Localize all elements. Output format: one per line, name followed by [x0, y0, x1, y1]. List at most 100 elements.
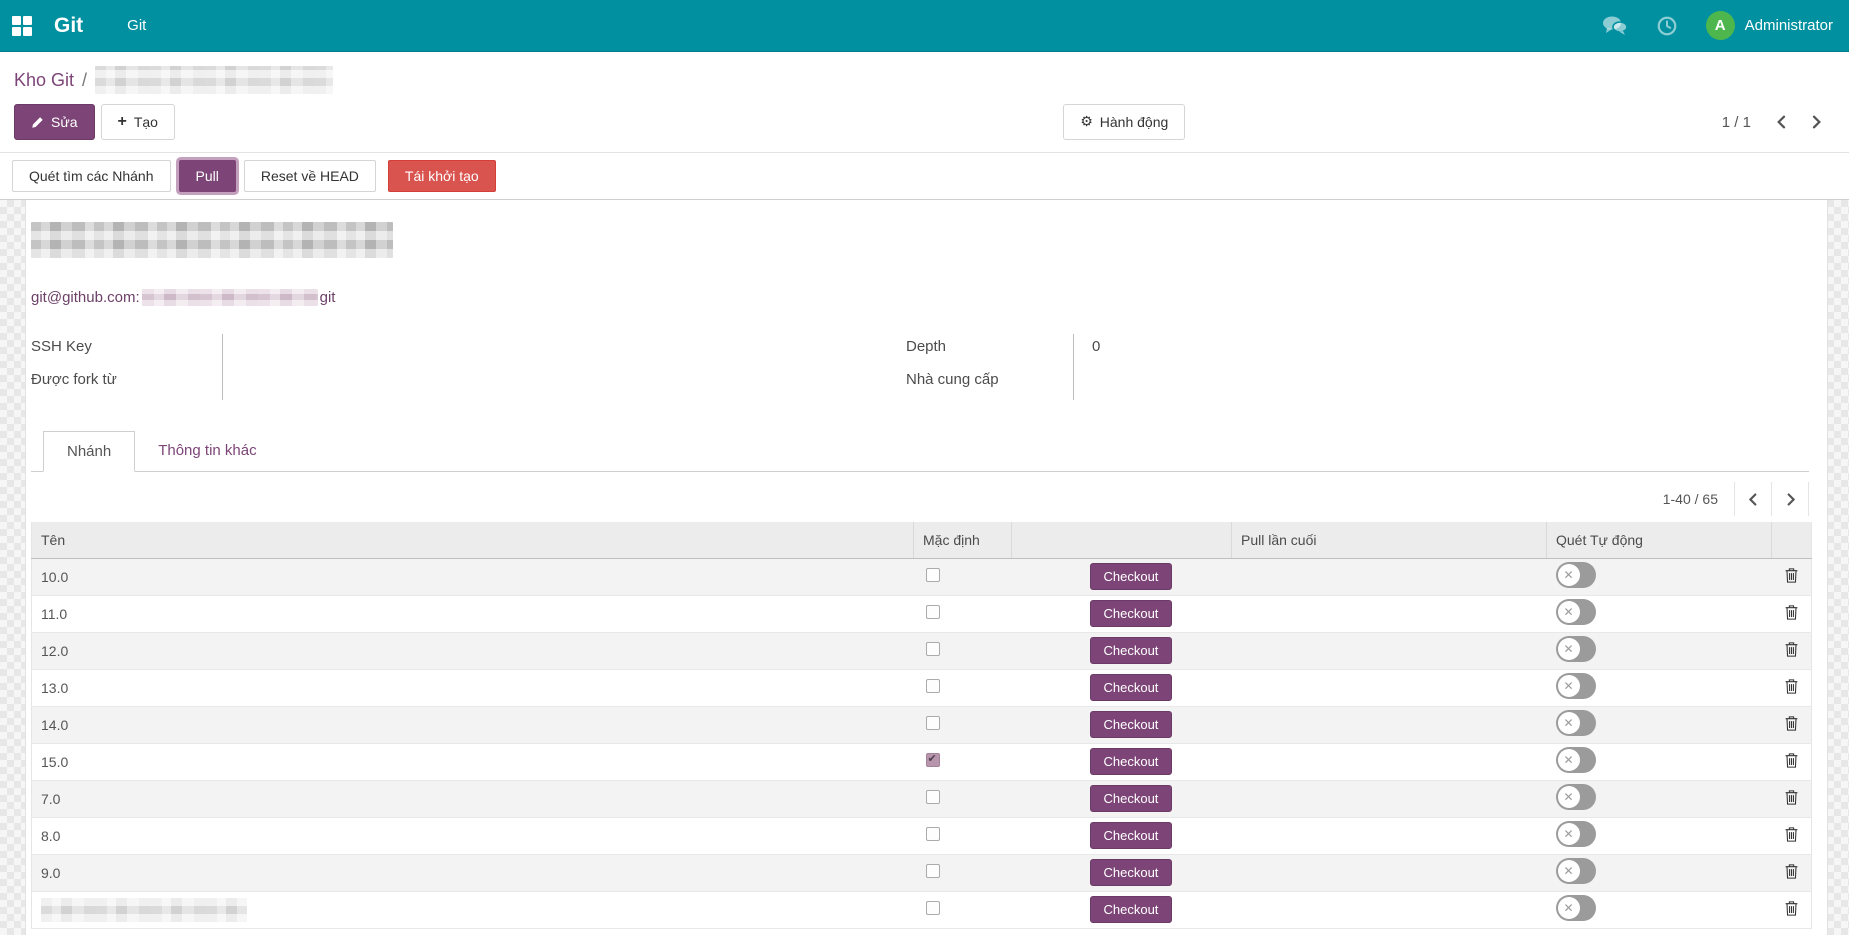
branch-pager-next-button[interactable] — [1772, 482, 1809, 516]
table-row[interactable]: 13.0 Checkout ✕ — [32, 669, 1812, 706]
branch-name-cell[interactable] — [32, 891, 914, 928]
checkout-button[interactable]: Checkout — [1090, 711, 1173, 738]
field-value-depth[interactable]: 0 — [1074, 334, 1194, 355]
checkout-button[interactable]: Checkout — [1090, 674, 1173, 701]
auto-scan-toggle[interactable]: ✕ — [1556, 747, 1596, 773]
default-checkbox[interactable] — [926, 753, 940, 767]
repo-url-prefix: git@github.com: — [31, 289, 140, 306]
scan-branches-button[interactable]: Quét tìm các Nhánh — [12, 160, 171, 192]
auto-scan-toggle[interactable]: ✕ — [1556, 636, 1596, 662]
branch-name-cell[interactable]: 9.0 — [32, 854, 914, 891]
column-header-name[interactable]: Tên — [32, 522, 914, 558]
checkout-button[interactable]: Checkout — [1090, 822, 1173, 849]
breadcrumb-root-link[interactable]: Kho Git — [14, 70, 74, 91]
table-row[interactable]: 7.0 Checkout ✕ — [32, 780, 1812, 817]
checkout-button[interactable]: Checkout — [1090, 748, 1173, 775]
column-header-auto-scan[interactable]: Quét Tự động — [1547, 522, 1772, 558]
branch-name-cell[interactable]: 8.0 — [32, 817, 914, 854]
auto-scan-toggle[interactable]: ✕ — [1556, 673, 1596, 699]
delete-row-button[interactable] — [1781, 899, 1802, 921]
field-label-depth: Depth — [906, 334, 1074, 367]
table-row[interactable]: 9.0 Checkout ✕ — [32, 854, 1812, 891]
reset-head-button[interactable]: Reset về HEAD — [244, 160, 376, 192]
pull-button[interactable]: Pull — [179, 160, 236, 192]
checkout-button[interactable]: Checkout — [1090, 637, 1173, 664]
auto-scan-toggle[interactable]: ✕ — [1556, 821, 1596, 847]
toggle-off-x-icon: ✕ — [1558, 638, 1580, 660]
auto-scan-toggle[interactable]: ✕ — [1556, 895, 1596, 921]
tab-branches[interactable]: Nhánh — [43, 431, 135, 472]
delete-row-button[interactable] — [1781, 714, 1802, 736]
delete-row-button[interactable] — [1781, 751, 1802, 773]
delete-row-button[interactable] — [1781, 566, 1802, 588]
toggle-off-x-icon: ✕ — [1558, 601, 1580, 623]
tab-other-info[interactable]: Thông tin khác — [135, 431, 279, 472]
delete-row-button[interactable] — [1781, 862, 1802, 884]
trash-icon — [1785, 753, 1798, 768]
field-value-provider[interactable] — [1074, 367, 1194, 371]
branch-name-redacted — [41, 898, 247, 922]
edit-button[interactable]: Sửa — [14, 104, 95, 140]
table-row[interactable]: 14.0 Checkout ✕ — [32, 706, 1812, 743]
branch-name-cell[interactable]: 11.0 — [32, 595, 914, 632]
table-row[interactable]: 11.0 Checkout ✕ — [32, 595, 1812, 632]
auto-scan-toggle[interactable]: ✕ — [1556, 784, 1596, 810]
auto-scan-toggle[interactable]: ✕ — [1556, 710, 1596, 736]
form-fields: SSH Key Được fork từ Depth 0 Nhà cung cấ… — [31, 334, 1809, 400]
default-checkbox[interactable] — [926, 605, 940, 619]
app-brand[interactable]: Git — [54, 14, 83, 38]
last-pull-cell — [1232, 854, 1547, 891]
default-checkbox[interactable] — [926, 864, 940, 878]
activities-clock-icon[interactable] — [1654, 15, 1680, 37]
auto-scan-toggle[interactable]: ✕ — [1556, 562, 1596, 588]
delete-row-button[interactable] — [1781, 640, 1802, 662]
action-menu-button[interactable]: ⚙ Hành động — [1063, 104, 1185, 140]
reinitialize-button[interactable]: Tái khởi tạo — [388, 160, 496, 192]
field-value-forked-from[interactable] — [223, 367, 343, 371]
repo-url[interactable]: git@github.com: git — [31, 289, 1809, 306]
create-button[interactable]: + Tạo — [101, 104, 175, 140]
delete-row-button[interactable] — [1781, 825, 1802, 847]
pencil-icon — [31, 116, 44, 129]
branch-name-cell[interactable]: 10.0 — [32, 558, 914, 595]
default-checkbox[interactable] — [926, 827, 940, 841]
default-checkbox[interactable] — [926, 642, 940, 656]
table-row[interactable]: 8.0 Checkout ✕ — [32, 817, 1812, 854]
delete-row-button[interactable] — [1781, 788, 1802, 810]
delete-row-button[interactable] — [1781, 603, 1802, 625]
branch-name-cell[interactable]: 7.0 — [32, 780, 914, 817]
branch-pager-previous-button[interactable] — [1735, 482, 1772, 516]
table-row[interactable]: 10.0 Checkout ✕ — [32, 558, 1812, 595]
branch-name-cell[interactable]: 14.0 — [32, 706, 914, 743]
menu-item-git[interactable]: Git — [127, 17, 146, 34]
branch-name-cell[interactable]: 13.0 — [32, 669, 914, 706]
delete-row-button[interactable] — [1781, 677, 1802, 699]
messages-icon[interactable] — [1602, 15, 1628, 37]
table-row[interactable]: 12.0 Checkout ✕ — [32, 632, 1812, 669]
checkout-button[interactable]: Checkout — [1090, 600, 1173, 627]
column-header-last-pull[interactable]: Pull lần cuối — [1232, 522, 1547, 558]
table-row[interactable]: Checkout ✕ — [32, 891, 1812, 928]
default-checkbox[interactable] — [926, 790, 940, 804]
checkout-button[interactable]: Checkout — [1090, 859, 1173, 886]
column-header-default[interactable]: Mặc định — [914, 522, 1012, 558]
checkout-button[interactable]: Checkout — [1090, 896, 1173, 923]
table-row[interactable]: 15.0 Checkout ✕ — [32, 743, 1812, 780]
auto-scan-toggle[interactable]: ✕ — [1556, 599, 1596, 625]
default-checkbox[interactable] — [926, 716, 940, 730]
last-pull-cell — [1232, 780, 1547, 817]
checkout-button[interactable]: Checkout — [1090, 563, 1173, 590]
checkout-button[interactable]: Checkout — [1090, 785, 1173, 812]
pager-next-button[interactable] — [1799, 106, 1833, 138]
trash-icon — [1785, 568, 1798, 583]
field-value-ssh-key[interactable] — [223, 334, 343, 338]
branch-name-cell[interactable]: 15.0 — [32, 743, 914, 780]
default-checkbox[interactable] — [926, 901, 940, 915]
user-menu[interactable]: A Administrator — [1706, 11, 1833, 40]
pager-previous-button[interactable] — [1765, 106, 1799, 138]
auto-scan-toggle[interactable]: ✕ — [1556, 858, 1596, 884]
apps-menu-icon[interactable] — [12, 16, 32, 36]
branch-name-cell[interactable]: 12.0 — [32, 632, 914, 669]
default-checkbox[interactable] — [926, 679, 940, 693]
default-checkbox[interactable] — [926, 568, 940, 582]
